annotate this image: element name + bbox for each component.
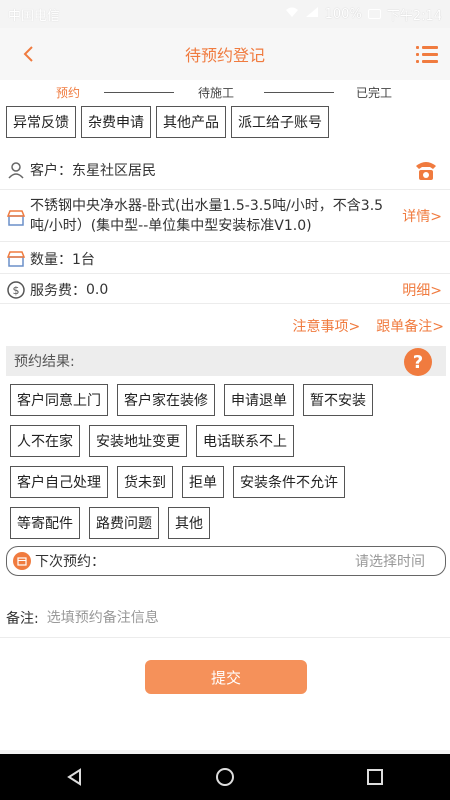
service-fee-row: $ 服务费： 0.0 明细> — [0, 276, 450, 304]
option-other[interactable]: 其他 — [168, 507, 210, 539]
battery-percent: 100% — [324, 6, 362, 22]
signal-icon — [305, 6, 319, 22]
service-fee-label: 服务费： — [30, 282, 86, 299]
back-button[interactable] — [10, 36, 46, 72]
customer-name: 东星社区居民 — [72, 162, 156, 179]
service-fee-value: 0.0 — [86, 281, 109, 298]
result-header: 预约结果: ? — [6, 346, 446, 376]
next-appointment-placeholder: 请选择时间 — [355, 554, 425, 570]
option-goods-not-arrived[interactable]: 货未到 — [117, 466, 173, 498]
phone-call-button[interactable] — [412, 156, 440, 188]
option-request-cancel[interactable]: 申请退单 — [224, 384, 294, 416]
list-icon — [416, 45, 442, 49]
option-address-change[interactable]: 安装地址变更 — [89, 425, 187, 457]
product-detail-link[interactable]: 详情> — [402, 206, 442, 226]
product-name: 不锈钢中央净水器-卧式(出水量1.5-3.5吨/小时，不含3.5吨/小时）(集中… — [30, 198, 384, 234]
chevron-left-icon — [23, 46, 33, 62]
svg-text:$: $ — [13, 284, 20, 297]
help-icon[interactable]: ? — [404, 348, 432, 376]
wifi-icon — [285, 6, 299, 22]
triangle-back-icon — [67, 768, 81, 786]
step-divider — [104, 92, 174, 93]
nav-recents-button[interactable] — [355, 757, 395, 797]
action-buttons: 异常反馈 杂费申请 其他产品 派工给子账号 — [6, 106, 329, 138]
notice-link[interactable]: 注意事项> — [293, 316, 361, 336]
system-nav-bar — [0, 754, 450, 800]
option-self-handled[interactable]: 客户自己处理 — [10, 466, 108, 498]
result-title: 预约结果: — [14, 354, 75, 370]
user-icon — [8, 161, 24, 179]
follow-note-link[interactable]: 跟单备注> — [376, 316, 444, 336]
progress-steps: 预约 待施工 已完工 — [0, 80, 450, 102]
carrier-label: 中国电信 — [8, 8, 61, 24]
option-travel-cost[interactable]: 路费问题 — [89, 507, 159, 539]
nav-home-button[interactable] — [205, 757, 245, 797]
step-divider — [264, 92, 334, 93]
misc-fee-button[interactable]: 杂费申请 — [81, 106, 151, 138]
option-not-install[interactable]: 暂不安装 — [303, 384, 373, 416]
step-finished: 已完工 — [356, 86, 393, 100]
customer-label: 客户： — [30, 162, 72, 179]
option-agree-visit[interactable]: 客户同意上门 — [10, 384, 108, 416]
option-waiting-parts[interactable]: 等寄配件 — [10, 507, 80, 539]
other-products-button[interactable]: 其他产品 — [156, 106, 226, 138]
step-appointment: 预约 — [56, 86, 81, 100]
result-options-row-4: 等寄配件 路费问题 其他 — [10, 507, 430, 539]
menu-button[interactable] — [416, 40, 442, 68]
clock: 下午2:14 — [386, 8, 442, 24]
status-bar: 中国电信 100% 下午2:14 — [0, 0, 450, 28]
page-title: 待预约登记 — [184, 46, 265, 65]
submit-button[interactable]: 提交 — [145, 660, 307, 694]
money-icon: $ — [7, 280, 25, 299]
dispatch-subaccount-button[interactable]: 派工给子账号 — [231, 106, 329, 138]
next-appointment-label: 下次预约： — [35, 554, 105, 570]
exception-feedback-button[interactable]: 异常反馈 — [6, 106, 76, 138]
option-renovating[interactable]: 客户家在装修 — [117, 384, 215, 416]
next-appointment-picker[interactable]: 下次预约： 请选择时间 — [6, 546, 446, 576]
option-unreachable[interactable]: 电话联系不上 — [196, 425, 294, 457]
top-nav: 待预约登记 — [0, 28, 450, 80]
phone-icon — [416, 162, 436, 180]
fee-detail-link[interactable]: 明细> — [402, 280, 442, 300]
quantity-row: 数量： 1台 — [0, 244, 450, 274]
result-options-row-2: 人不在家 安装地址变更 电话联系不上 — [10, 425, 430, 457]
option-not-home[interactable]: 人不在家 — [10, 425, 80, 457]
shop-icon — [6, 210, 26, 226]
calendar-icon — [13, 552, 31, 570]
customer-row: 客户： 东星社区居民 — [0, 150, 450, 190]
quantity-value: 1台 — [72, 251, 95, 268]
quantity-label: 数量： — [30, 251, 72, 268]
result-options-row-3: 客户自己处理 货未到 拒单 安装条件不允许 — [10, 466, 430, 498]
option-conditions-not-allowed[interactable]: 安装条件不允许 — [233, 466, 345, 498]
product-row: 不锈钢中央净水器-卧式(出水量1.5-3.5吨/小时，不含3.5吨/小时）(集中… — [0, 192, 450, 242]
remark-row: 备注: — [0, 598, 450, 638]
result-options-row-1: 客户同意上门 客户家在装修 申请退单 暂不安装 — [10, 384, 430, 416]
option-reject[interactable]: 拒单 — [182, 466, 224, 498]
battery-icon — [367, 9, 381, 19]
square-recents-icon — [367, 769, 383, 785]
circle-home-icon — [216, 768, 234, 786]
remark-label: 备注: — [6, 610, 39, 627]
notice-links: 注意事项> 跟单备注> — [293, 316, 444, 336]
shop-icon — [6, 250, 26, 267]
remark-input[interactable] — [46, 609, 444, 626]
step-construction: 待施工 — [198, 86, 235, 100]
nav-back-button[interactable] — [55, 757, 95, 797]
